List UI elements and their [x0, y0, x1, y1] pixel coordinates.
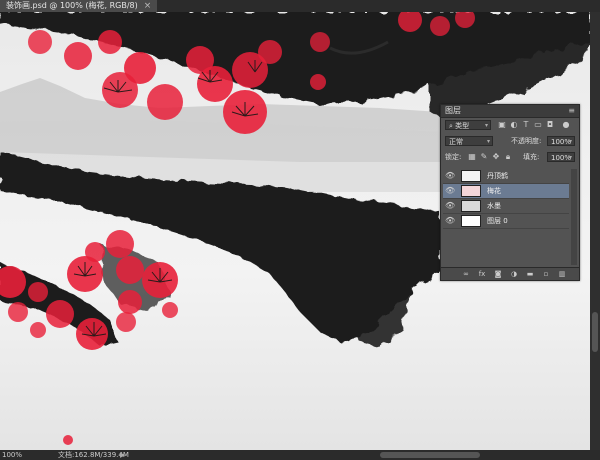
eye-icon[interactable]: 👁︎ [445, 171, 455, 181]
layer-name: 梅花 [487, 187, 501, 195]
layers-footer: ∞ fx ◙ ◑ ▬ ▫ ▥ [441, 267, 579, 280]
new-layer-icon[interactable]: ▫ [541, 269, 551, 279]
lock-label: 锁定: [445, 153, 462, 161]
lock-transparency-icon[interactable]: ▦ [467, 152, 477, 162]
close-icon[interactable]: × [144, 0, 152, 12]
filter-pixel-icon[interactable]: ▣ [497, 120, 507, 130]
layer-name: 丹顶鹤 [487, 172, 508, 180]
fill-input[interactable]: 100% ▾ [547, 152, 575, 162]
layer-thumbnail [461, 215, 481, 227]
layers-panel-title: 图层 [445, 106, 461, 115]
lock-brush-icon[interactable]: ✎ [479, 152, 489, 162]
layer-thumbnail [461, 200, 481, 212]
layers-panel-titlebar[interactable]: 图层 ≡ [441, 105, 579, 118]
filter-shape-icon[interactable]: ▭ [533, 120, 543, 130]
lock-all-icon[interactable]: 🔒︎ [503, 152, 513, 162]
layer-row[interactable]: 👁︎ 丹顶鹤 [443, 169, 569, 184]
layer-row[interactable]: 👁︎ 水墨 [443, 199, 569, 214]
status-bar: 100% 文档:162.8M/339.4M ▶ [0, 450, 600, 460]
blend-row: 正常 ▾ 不透明度: 100% ▾ [441, 135, 579, 147]
status-menu-arrow-icon[interactable]: ▶ [120, 450, 125, 460]
lock-position-icon[interactable]: ✥ [491, 152, 501, 162]
eye-icon[interactable]: 👁︎ [445, 186, 455, 196]
scroll-thumb[interactable] [592, 312, 598, 352]
filter-kind-select[interactable]: ⌕ 类型 ▾ [445, 120, 491, 130]
eye-icon[interactable]: 👁︎ [445, 216, 455, 226]
filter-type-icon[interactable]: T [521, 120, 531, 130]
fx-icon[interactable]: fx [477, 269, 487, 279]
layer-row-selected[interactable]: 👁︎ 梅花 [443, 184, 569, 199]
filter-toggle-icon[interactable]: ● [561, 120, 571, 130]
filter-adjustment-icon[interactable]: ◐ [509, 120, 519, 130]
panel-menu-icon[interactable]: ≡ [568, 105, 575, 117]
layer-row[interactable]: 👁︎ 图层 0 [443, 214, 569, 229]
group-icon[interactable]: ▬ [525, 269, 535, 279]
trash-icon[interactable]: ▥ [557, 269, 567, 279]
lock-row: 锁定: ▦ ✎ ✥ 🔒︎ 填充: 100% ▾ [441, 151, 579, 163]
layers-scrollbar[interactable] [571, 169, 577, 265]
mask-icon[interactable]: ◙ [493, 269, 503, 279]
horizontal-scrollbar[interactable] [380, 452, 480, 458]
filter-smartobject-icon[interactable]: ◘ [545, 120, 555, 130]
document-tab-title: 装饰画.psd @ 100% (梅花, RGB/8) [6, 1, 138, 10]
search-icon: ⌕ [449, 122, 453, 130]
document-tab[interactable]: 装饰画.psd @ 100% (梅花, RGB/8) × [0, 0, 158, 12]
opacity-input[interactable]: 100% ▾ [547, 136, 575, 146]
layer-name: 水墨 [487, 202, 501, 210]
layer-thumbnail [461, 170, 481, 182]
eye-icon[interactable]: 👁︎ [445, 201, 455, 211]
blend-mode-select[interactable]: 正常 ▾ [445, 136, 493, 146]
opacity-label: 不透明度: [511, 137, 542, 145]
filter-row: ⌕ 类型 ▾ ▣ ◐ T ▭ ◘ ● [441, 119, 579, 131]
layers-panel: 图层 ≡ ⌕ 类型 ▾ ▣ ◐ T ▭ ◘ ● 正常 ▾ 不透明度: 100% ▾ 锁… [440, 104, 580, 281]
vertical-scrollbar[interactable] [590, 12, 600, 450]
doc-info: 文档:162.8M/339.4M [58, 451, 129, 459]
link-icon[interactable]: ∞ [461, 269, 471, 279]
layer-name: 图层 0 [487, 217, 508, 225]
zoom-level[interactable]: 100% [2, 450, 22, 460]
layer-thumbnail [461, 185, 481, 197]
document-tab-bar: 装饰画.psd @ 100% (梅花, RGB/8) × [0, 0, 600, 12]
fill-label: 填充: [523, 153, 540, 161]
adjustment-icon[interactable]: ◑ [509, 269, 519, 279]
layers-list: 👁︎ 丹顶鹤 👁︎ 梅花 👁︎ 水墨 👁︎ 图层 0 [443, 169, 569, 265]
